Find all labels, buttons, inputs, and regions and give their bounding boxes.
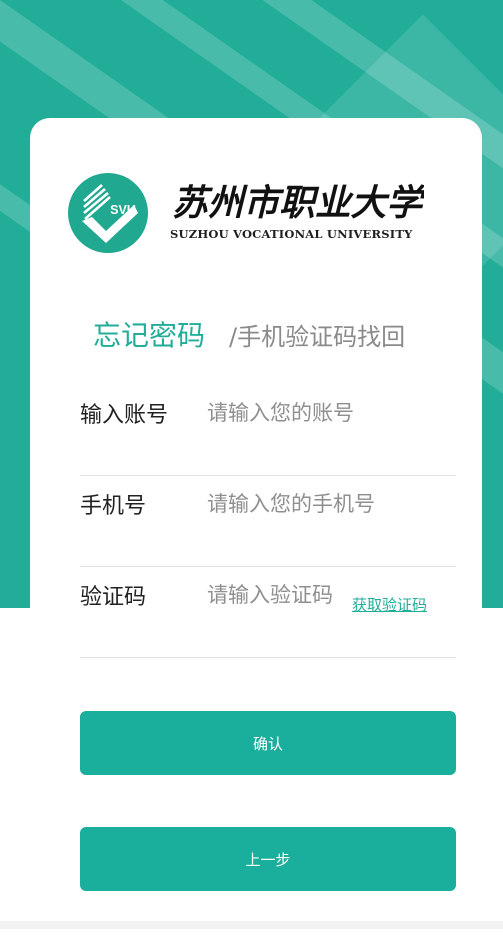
confirm-button[interactable]: 确认 [80,711,456,775]
title-phone-recovery: /手机验证码找回 [229,323,406,351]
code-input[interactable] [207,578,347,612]
phone-input[interactable] [207,487,447,521]
form-card: SVU 苏州市职业大学 SUZHOU VOCATIONAL UNIVERSITY… [30,118,482,938]
account-row: 输入账号 [80,386,456,476]
account-label: 输入账号 [80,403,169,428]
account-input[interactable] [207,396,447,430]
bottom-bar [0,921,503,929]
page-title: 忘记密码/手机验证码找回 [93,314,405,354]
get-code-link[interactable]: 获取验证码 [352,594,427,615]
university-logo-icon: SVU [68,173,148,253]
phone-label: 手机号 [80,494,147,519]
svg-text:苏州市职业大学: 苏州市职业大学 [172,182,424,222]
phone-row: 手机号 [80,477,456,567]
code-row: 验证码 获取验证码 [80,568,456,658]
university-name-english: SUZHOU VOCATIONAL UNIVERSITY [170,227,413,241]
university-name-calligraphy: 苏州市职业大学 [172,182,424,222]
code-label: 验证码 [80,585,147,610]
previous-button[interactable]: 上一步 [80,827,456,891]
logo-emblem-text: SVU [110,203,136,217]
title-forgot-password: 忘记密码 [93,319,206,352]
